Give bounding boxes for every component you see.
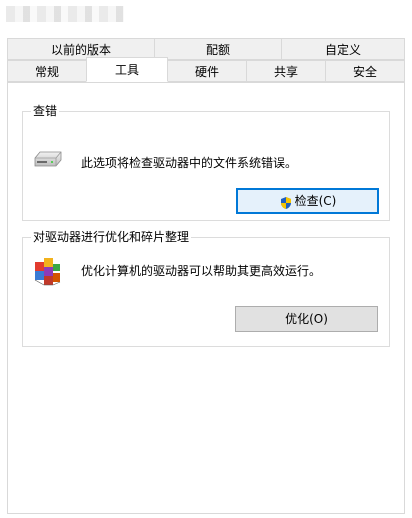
- tab-sharing[interactable]: 共享: [246, 60, 326, 82]
- error-check-group: 查错 此选项将检查驱动器中的文件系统错误。 检查(C): [22, 103, 390, 221]
- optimize-button[interactable]: 优化(O): [235, 306, 378, 332]
- tab-row-bottom: 常规 工具 硬件 共享 安全: [7, 57, 405, 82]
- error-check-description: 此选项将检查驱动器中的文件系统错误。: [81, 156, 298, 170]
- optimize-button-label: 优化(O): [285, 312, 328, 326]
- tab-row-top: 以前的版本 配额 自定义: [7, 38, 405, 60]
- optimize-description: 优化计算机的驱动器可以帮助其更高效运行。: [81, 264, 322, 278]
- error-check-title: 查错: [31, 103, 60, 119]
- drive-icon: [33, 150, 63, 173]
- title-bar: [0, 0, 412, 34]
- tab-hardware[interactable]: 硬件: [167, 60, 247, 82]
- tab-security[interactable]: 安全: [325, 60, 405, 82]
- defrag-icon: [33, 256, 63, 291]
- tab-tools[interactable]: 工具: [86, 57, 168, 82]
- tab-customize[interactable]: 自定义: [281, 38, 405, 60]
- optimize-title: 对驱动器进行优化和碎片整理: [31, 229, 192, 245]
- uac-shield-icon: [279, 194, 293, 209]
- check-button[interactable]: 检查(C): [236, 188, 379, 214]
- check-button-label: 检查(C): [294, 194, 337, 208]
- tab-quota[interactable]: 配额: [154, 38, 282, 60]
- tools-panel: 查错 此选项将检查驱动器中的文件系统错误。 检查(C) 对驱动器进行优化和碎片整…: [7, 82, 405, 514]
- window-title-obscured: [6, 6, 124, 22]
- tab-general[interactable]: 常规: [7, 60, 87, 82]
- optimize-group: 对驱动器进行优化和碎片整理 优化计算机的驱动器可以帮助其更高效运行。 优化(O): [22, 229, 390, 347]
